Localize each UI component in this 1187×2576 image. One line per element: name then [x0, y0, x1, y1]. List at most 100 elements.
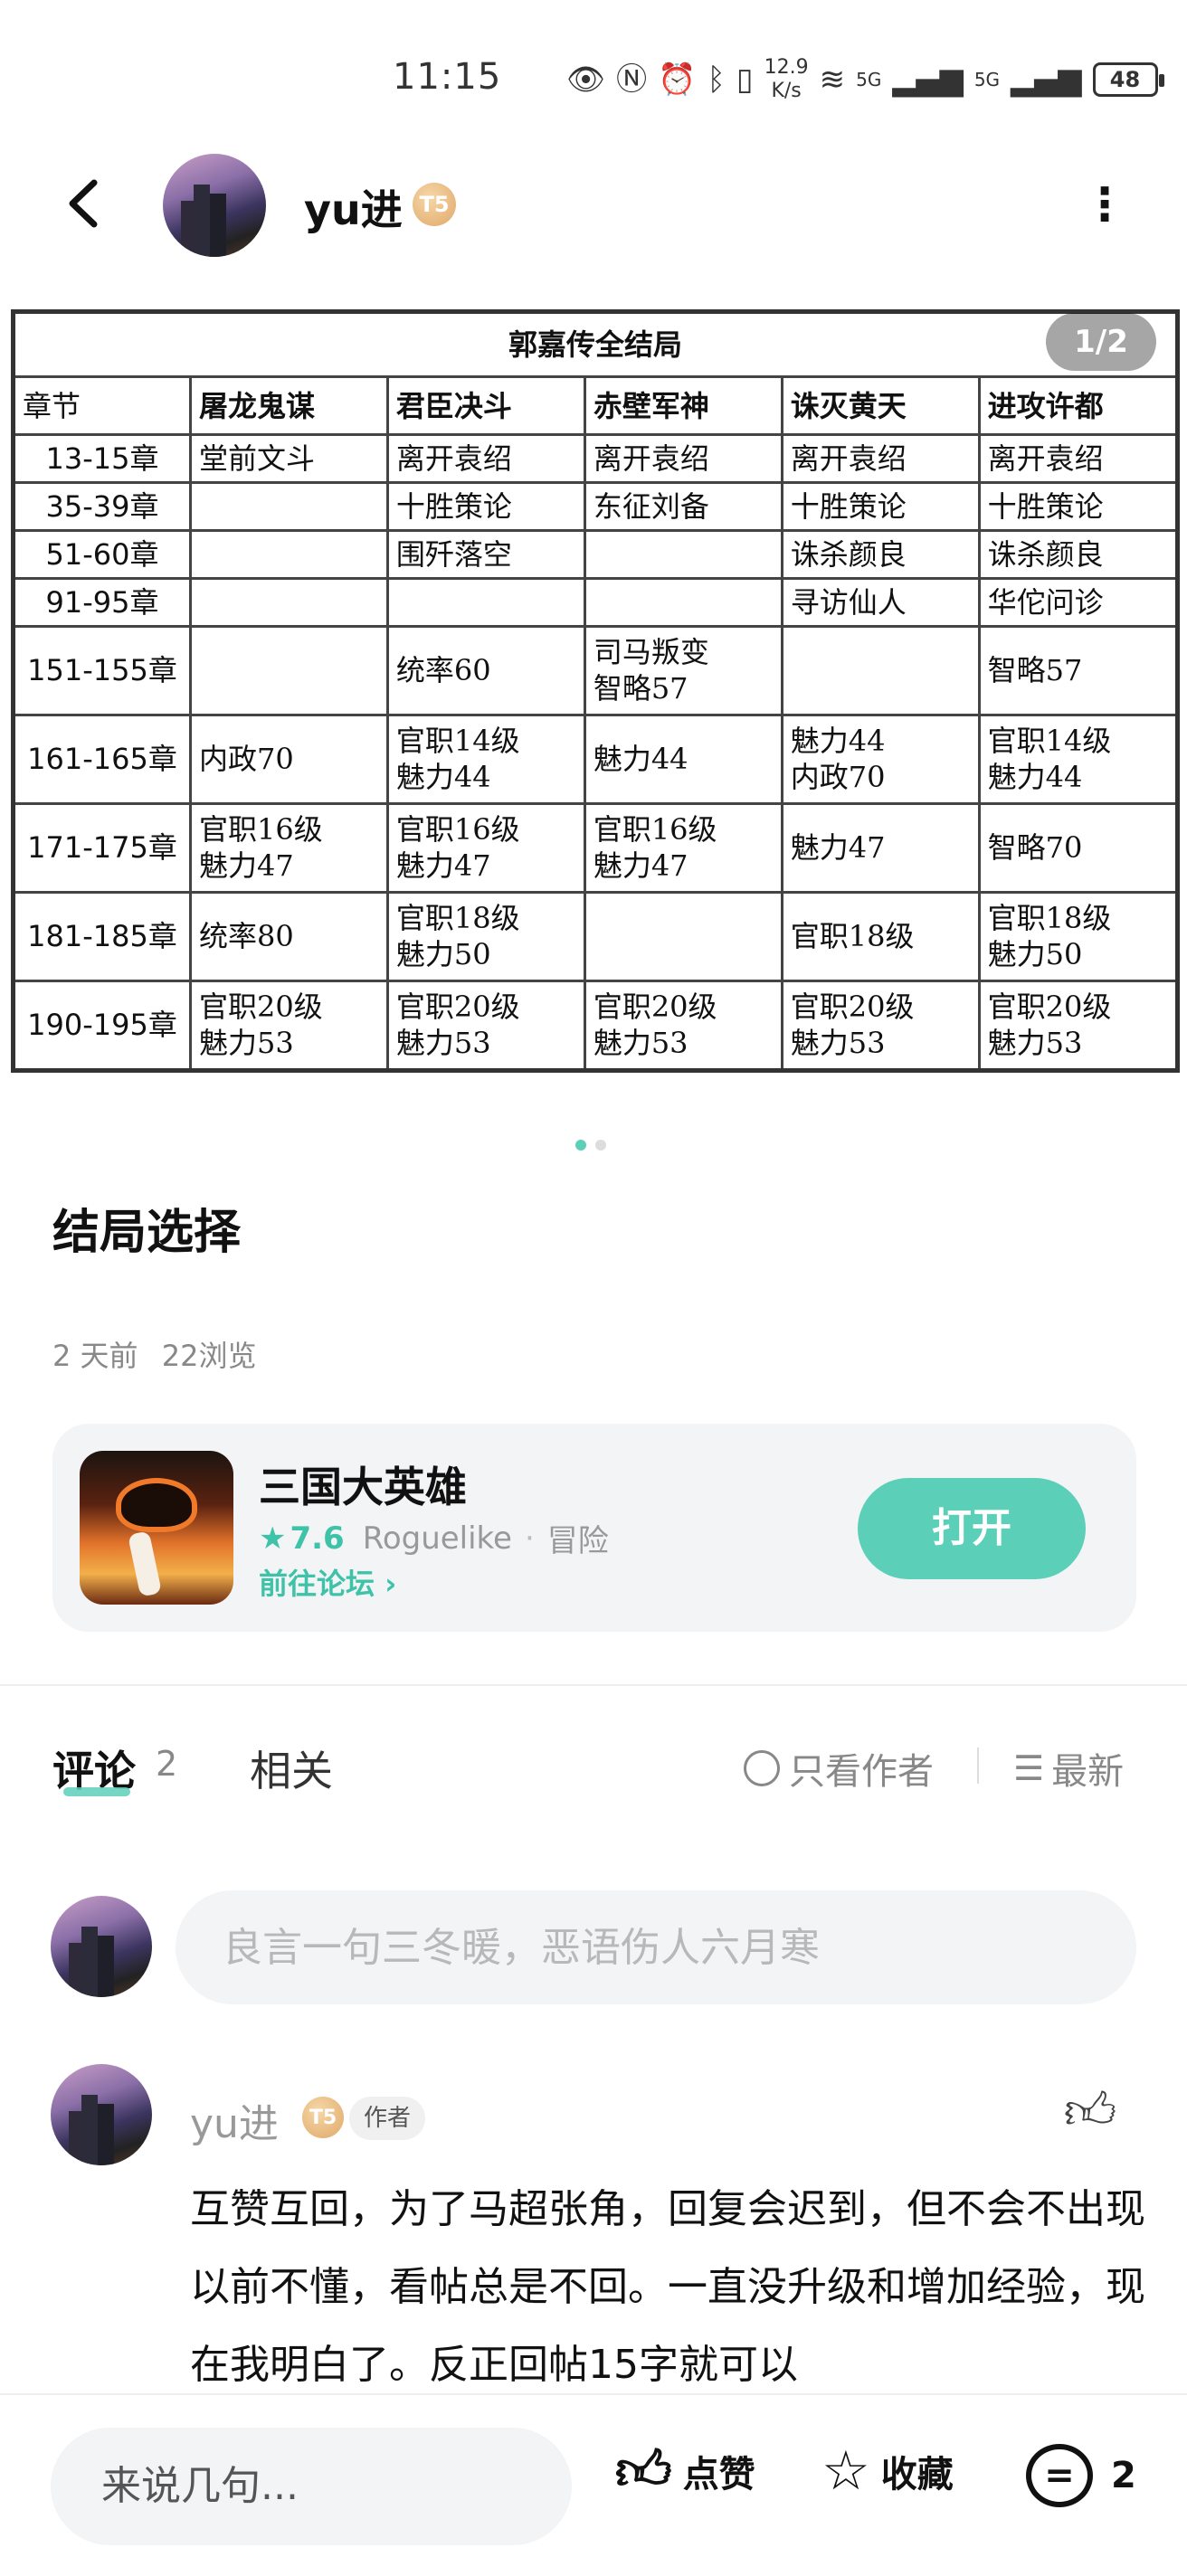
comment-like-button[interactable]: 👍︎: [1059, 2080, 1122, 2144]
table-cell: 十胜策论: [780, 480, 981, 532]
star-icon: ★: [259, 1520, 287, 1557]
carousel-dots: [575, 1140, 606, 1151]
comment-bubble-icon: [1026, 2444, 1093, 2507]
tab-related[interactable]: 相关: [250, 1738, 333, 1798]
tag-separator: ·: [524, 1520, 535, 1557]
table-row: 161-165章 内政70 官职14级 魅力44 魅力44 魅力44 内政70 官职14级…: [12, 713, 1180, 805]
signal-icon: ▂▄▆: [892, 62, 964, 98]
table-cell: 官职20级 魅力53: [385, 979, 586, 1073]
table-cell: 离开袁绍: [780, 433, 981, 484]
table-cell: 智略57: [977, 624, 1180, 716]
table-cell: [583, 890, 783, 982]
forum-link-label: 前往论坛: [259, 1567, 375, 1601]
table-cell: 堂前文斗: [189, 433, 389, 484]
table-cell: 官职16级 魅力47: [189, 801, 389, 894]
table-cell: 官职16级 魅力47: [385, 801, 586, 894]
comment-input[interactable]: [176, 1890, 1136, 2004]
author-avatar[interactable]: [163, 154, 266, 257]
signal-label-2: 5G: [973, 69, 1001, 90]
table-cell: 官职14级 魅力44: [977, 713, 1180, 805]
comments-count: 2: [1111, 2455, 1136, 2496]
sort-label: 最新: [1051, 1751, 1125, 1793]
commenter-name[interactable]: yu进: [190, 2091, 279, 2149]
post-image[interactable]: 1/2 郭嘉传全结局 章节 屠龙鬼谋 君臣决斗 赤壁军神 诛灭黄天 进攻许都 13-15章…: [7, 306, 1180, 1076]
post-header: yu进 T5 ⋮: [0, 145, 1187, 262]
table-cell: [189, 480, 389, 532]
table-row: 35-39章 十胜策论 东征刘备 十胜策论 十胜策论: [12, 480, 1180, 532]
tab-active-indicator: [63, 1787, 130, 1796]
wifi-icon: ≋: [819, 62, 846, 98]
reply-input[interactable]: 来说几句...: [51, 2428, 572, 2545]
game-rating: 7.6: [290, 1520, 345, 1557]
table-cell: 统率60: [385, 624, 586, 716]
table-cell: 诛杀颜良: [977, 528, 1180, 580]
like-label: 点赞: [682, 2454, 755, 2496]
table-cell: 统率80: [189, 890, 389, 982]
thumbs-up-icon: 👍︎: [1063, 2082, 1117, 2141]
nfc-icon: Ⓝ: [616, 62, 648, 98]
table-column-header: 诛灭黄天: [780, 375, 981, 436]
table-cell: 诛杀颜良: [780, 528, 981, 580]
chapter-cell: 91-95章: [12, 576, 192, 628]
table-column-header: 屠龙鬼谋: [189, 375, 389, 436]
signal-label-1: 5G: [856, 69, 882, 90]
current-user-avatar: [51, 1896, 152, 1997]
author-name[interactable]: yu进: [304, 177, 403, 237]
table-cell: 智略70: [977, 801, 1180, 894]
author-only-label: 只看作者: [789, 1751, 934, 1793]
post-title: 结局选择: [52, 1206, 242, 1260]
vibrate-icon: ▯: [736, 62, 754, 98]
net-speed-value: 12.9: [764, 56, 809, 79]
chapter-cell: 161-165章: [12, 713, 192, 805]
status-bar: 11:15 👁 Ⓝ ⏰ ᛒ ▯ 12.9 K/s ≋ 5G ▂▄▆ 5G ▂▄▆…: [0, 0, 1187, 154]
favorite-button[interactable]: ☆ 收藏: [821, 2444, 954, 2498]
table-cell: [583, 576, 783, 628]
table-column-header: 进攻许都: [977, 375, 1180, 436]
back-button[interactable]: [54, 172, 118, 235]
author-only-toggle[interactable]: 只看作者: [744, 1742, 934, 1795]
commenter-avatar[interactable]: [51, 2064, 152, 2165]
table-row: 190-195章 官职20级 魅力53 官职20级 魅力53 官职20级 魅力53 官职…: [12, 979, 1180, 1073]
table-row: 151-155章 统率60 司马叛变 智略57 智略57: [12, 624, 1180, 716]
carousel-dot: [595, 1140, 606, 1151]
table-row: 91-95章 寻访仙人 华佗问诊: [12, 576, 1180, 628]
comment-text: 互赞互回，为了马超张角，回复会迟到，但不会不出现 以前不懂，看帖总是不回。一直没…: [190, 2186, 1145, 2388]
table-cell: 官职20级 魅力53: [583, 979, 783, 1073]
divider: [977, 1747, 979, 1784]
table-cell: 东征刘备: [583, 480, 783, 532]
table-cell: 寻访仙人: [780, 576, 981, 628]
table-cell: 围歼落空: [385, 528, 586, 580]
level-badge: T5: [413, 183, 456, 226]
like-button[interactable]: 👍︎ 点赞: [615, 2444, 755, 2498]
game-tag: Roguelike: [362, 1520, 512, 1557]
game-rating-row: ★ 7.6 Roguelike · 冒险: [259, 1516, 609, 1560]
author-tag: 作者: [349, 2097, 426, 2140]
table-cell: [189, 576, 389, 628]
game-icon[interactable]: [80, 1451, 233, 1605]
table-cell: 官职18级 魅力50: [385, 890, 586, 982]
game-card[interactable]: 三国大英雄 ★ 7.6 Roguelike · 冒险 前往论坛 › 打开: [52, 1424, 1136, 1632]
table-column-header: 君臣决斗: [385, 375, 586, 436]
game-name[interactable]: 三国大英雄: [259, 1454, 467, 1514]
table-cell: 内政70: [189, 713, 389, 805]
more-vertical-icon: ⋮: [1082, 178, 1127, 231]
chapter-cell: 35-39章: [12, 480, 192, 532]
thumbs-up-icon: 👍︎: [615, 2439, 672, 2503]
net-speed-unit: K/s: [771, 80, 802, 102]
bottom-action-bar: 来说几句... 👍︎ 点赞 ☆ 收藏 2: [0, 2393, 1187, 2576]
table-cell: 魅力44: [583, 713, 783, 805]
more-options-button[interactable]: ⋮: [1082, 177, 1127, 232]
comments-button[interactable]: 2: [1026, 2444, 1136, 2507]
battery-icon: 48: [1092, 62, 1164, 97]
table-title: 郭嘉传全结局: [12, 310, 1179, 378]
table-cell: 官职20级 魅力53: [977, 979, 1180, 1073]
forum-link[interactable]: 前往论坛 ›: [259, 1561, 396, 1603]
sort-button[interactable]: ☰ 最新: [1013, 1742, 1124, 1795]
table-cell: 官职18级: [780, 890, 981, 982]
ending-table: 郭嘉传全结局 章节 屠龙鬼谋 君臣决斗 赤壁军神 诛灭黄天 进攻许都 13-15章 堂前文斗…: [11, 309, 1180, 1073]
table-cell: 官职14级 魅力44: [385, 713, 586, 805]
open-game-button[interactable]: 打开: [858, 1478, 1086, 1579]
table-row: 13-15章 堂前文斗 离开袁绍 离开袁绍 离开袁绍 离开袁绍: [12, 433, 1180, 484]
chapter-cell: 190-195章: [12, 979, 192, 1073]
carousel-dot-active: [575, 1140, 586, 1151]
